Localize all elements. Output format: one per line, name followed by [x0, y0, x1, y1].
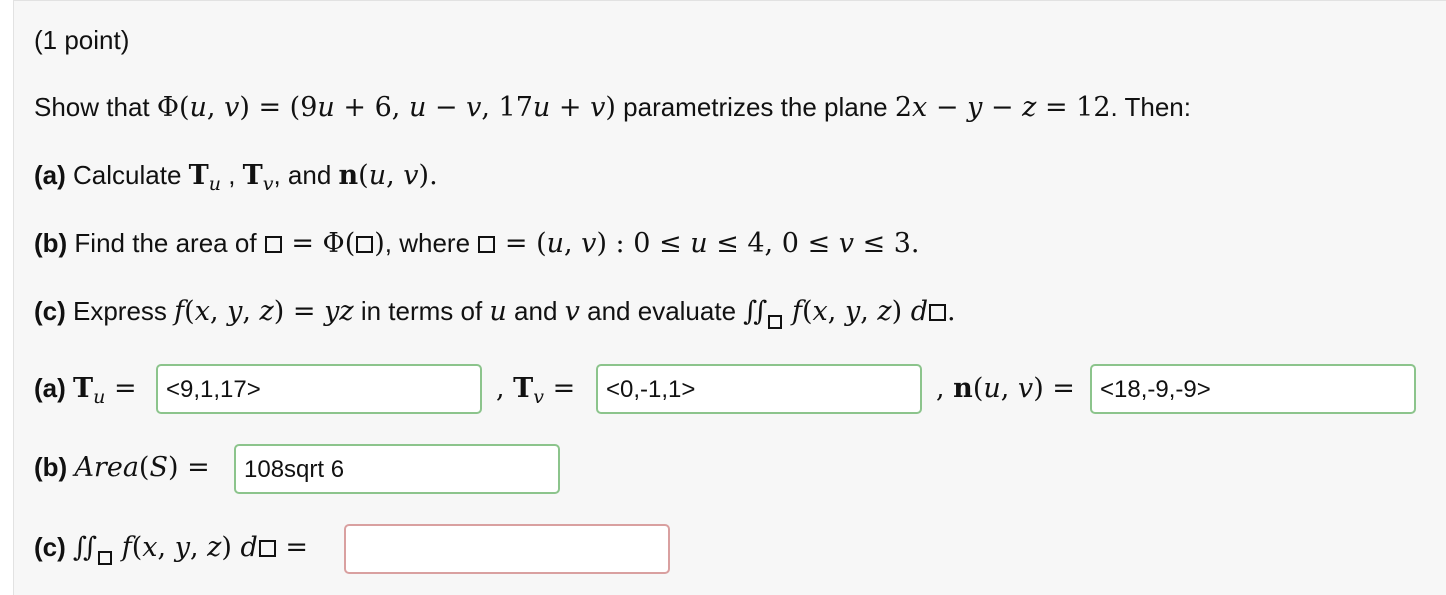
answer-c-label: (c) ∫∫ f(x, y, z) d =: [34, 532, 309, 565]
part-a-statement: (a) Calculate Tu , Tv, and n(u, v).: [34, 160, 438, 195]
plane-equation: 2x − y − z = 12: [894, 92, 1111, 123]
tv-label: , Tv =: [496, 373, 576, 408]
tu-answer-input[interactable]: <9,1,17>: [156, 364, 482, 414]
part-c-statement: (c) Express f(x, y, z) = yz in terms of …: [34, 296, 956, 329]
missing-glyph-box-icon: [264, 236, 282, 253]
answer-b-label: (b) Area(S) =: [34, 452, 210, 483]
missing-glyph-box-icon: [478, 236, 496, 253]
missing-glyph-box-icon: [929, 304, 947, 321]
parametrization-formula: Φ(u, v) = (9u + 6, u − v, 17u + v): [156, 92, 616, 123]
points-label: (1 point): [34, 25, 130, 55]
normal-label: , n(u, v) =: [936, 373, 1075, 404]
integral-answer-input[interactable]: [344, 524, 670, 574]
missing-glyph-box-icon: [258, 540, 276, 557]
part-b-statement: (b) Find the area of = Φ(), where = (u, …: [34, 228, 920, 259]
normal-answer-input[interactable]: <18,-9,-9>: [1090, 364, 1416, 414]
missing-glyph-box-icon: [98, 551, 113, 565]
answer-a-label: (a) Tu =: [34, 373, 137, 408]
tv-answer-input[interactable]: <0,-1,1>: [596, 364, 922, 414]
area-answer-input[interactable]: 108sqrt 6: [234, 444, 560, 494]
missing-glyph-box-icon: [768, 315, 783, 329]
missing-glyph-box-icon: [356, 236, 374, 253]
problem-statement: Show that Φ(u, v) = (9u + 6, u − v, 17u …: [34, 92, 1191, 123]
